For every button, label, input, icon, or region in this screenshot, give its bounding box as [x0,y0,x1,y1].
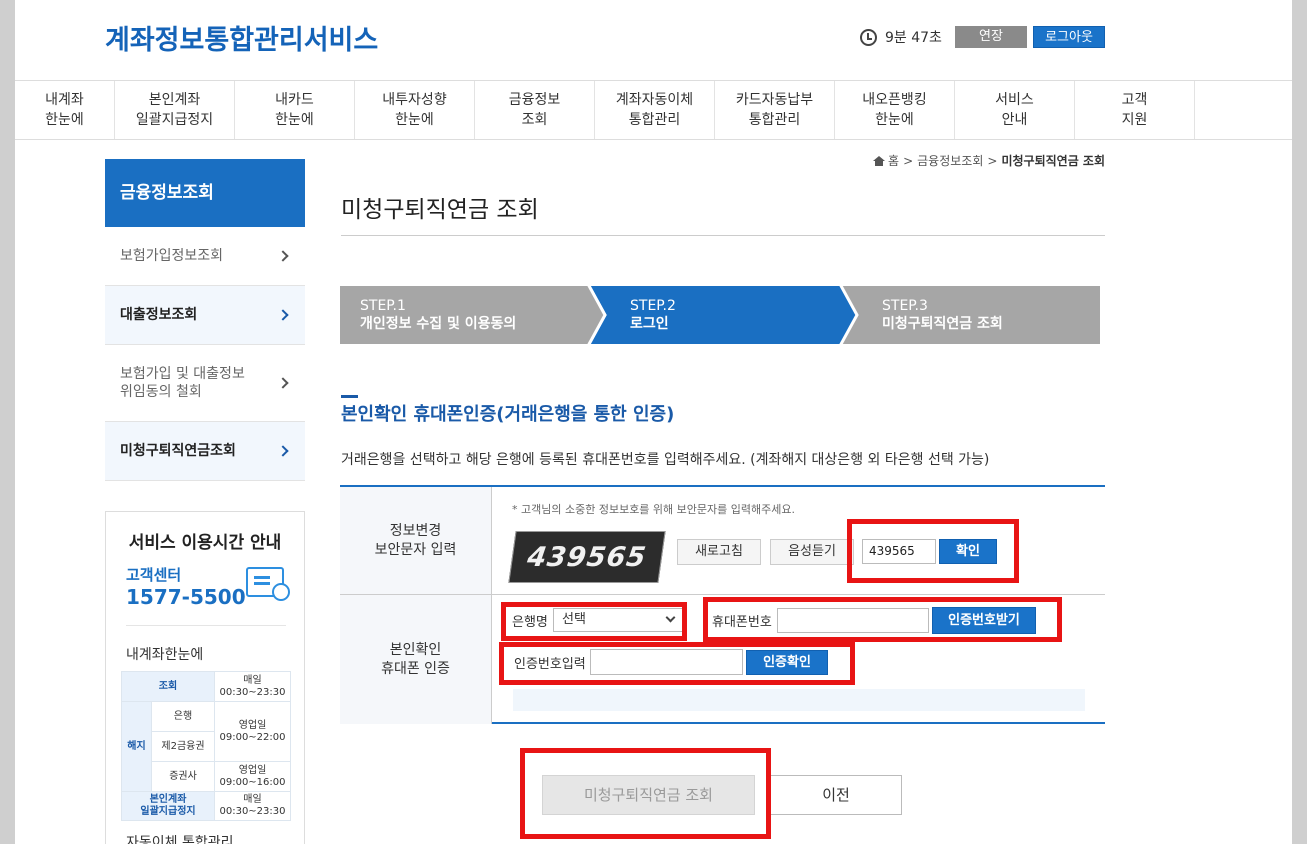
service-next-title: 자동이체 통합관리 [126,835,234,844]
highlight-box-phone [703,597,1062,642]
service-hours-box: 서비스 이용시간 안내 고객센터 1577-5500 내계좌한눈에 조회 매일 … [105,511,305,844]
chevron-right-icon [277,250,289,262]
nav-item-card-autopay[interactable]: 카드자동납부 통합관리 [715,81,835,139]
table-cell: 매일 00:30~23:30 [214,671,291,702]
logout-button[interactable]: 로그아웃 [1033,26,1105,48]
nav-item-auto-transfer[interactable]: 계좌자동이체 통합관리 [595,81,715,139]
captcha-refresh-button[interactable]: 새로고침 [677,539,761,565]
table-cell: 매일 00:30~23:30 [214,791,291,821]
nav-item-my-cards[interactable]: 내카드 한눈에 [235,81,355,139]
step-label: 미청구퇴직연금 조회 [882,316,1003,332]
home-icon[interactable] [873,155,886,166]
customer-center-icon [246,567,290,601]
captcha-note: * 고객님의 소중한 정보보호를 위해 보안문자를 입력해주세요. [512,503,795,516]
table-cell: 본인계좌 일괄지급정지 [121,791,215,821]
breadcrumb-separator: > [987,153,998,168]
highlight-box-code [499,642,855,685]
step-number: STEP.3 [882,298,928,314]
table-cell: 은행 [151,701,215,732]
clock-icon [860,28,877,46]
phone-auth-header: 본인확인 휴대폰 인증 [340,595,492,724]
highlight-box-bank [501,602,687,641]
chevron-right-icon [277,445,289,457]
sidebar-item-label: 대출정보조회 [120,307,198,323]
sidebar-item-loan[interactable]: 대출정보조회 [105,286,305,345]
customer-center-phone: 1577-5500 [126,585,246,609]
page: 계좌정보통합관리서비스 9분 47초 연장 로그아웃 내계좌 한눈에 본인계좌 … [15,0,1292,844]
info-bar [513,689,1085,711]
nav-item-service-guide[interactable]: 서비스 안내 [955,81,1075,139]
step-3: STEP.3 미청구퇴직연금 조회 [882,286,1003,344]
nav-item-open-banking[interactable]: 내오픈뱅킹 한눈에 [835,81,955,139]
table-cell: 증권사 [151,761,215,792]
breadcrumb: 홈 > 금융정보조회 > 미청구퇴직연금 조회 [873,152,1105,169]
step-indicator: STEP.1 개인정보 수집 및 이용동의 STEP.2 로그인 STEP.3 … [340,286,1100,344]
breadcrumb-separator: > [903,153,914,168]
sidebar-title: 금융정보조회 [105,159,305,227]
chevron-right-icon [277,309,289,321]
table-cell: 제2금융권 [151,731,215,762]
table-cell: 영업일 09:00~16:00 [214,761,291,792]
section-bar [341,395,358,398]
nav-item-payment-stop[interactable]: 본인계좌 일괄지급정지 [115,81,235,139]
highlight-box-captcha [847,519,1019,583]
step-number: STEP.2 [630,298,676,314]
step-label: 개인정보 수집 및 이용동의 [360,316,517,332]
sidebar-item-label: 보험가입정보조회 [120,248,224,264]
sidebar-item-label: 보험가입 및 대출정보 위임동의 철회 [120,366,245,400]
breadcrumb-current: 미청구퇴직연금 조회 [1001,154,1105,168]
breadcrumb-home[interactable]: 홈 [888,152,899,169]
table-cell: 조회 [121,671,215,702]
nav-item-support[interactable]: 고객 지원 [1075,81,1195,139]
sidebar-item-insurance[interactable]: 보험가입정보조회 [105,227,305,286]
step-2: STEP.2 로그인 [630,286,676,344]
step-label: 로그인 [630,316,669,332]
timer-text: 9분 47초 [885,30,942,46]
divider [126,625,286,626]
customer-center-label: 고객센터 [126,566,182,584]
sidebar-item-label: 미청구퇴직연금조회 [120,443,236,459]
section-title: 본인확인 휴대폰인증(거래은행을 통한 인증) [341,404,675,425]
session-timer: 9분 47초 [860,27,942,47]
divider [341,235,1105,236]
sidebar-item-pension[interactable]: 미청구퇴직연금조회 [105,422,305,481]
service-hours-title: 서비스 이용시간 안내 [128,533,282,553]
nav-item-my-accounts[interactable]: 내계좌 한눈에 [15,81,115,139]
section-description: 거래은행을 선택하고 해당 은행에 등록된 휴대폰번호를 입력해주세요. (계좌… [341,452,990,468]
extend-button[interactable]: 연장 [955,26,1027,48]
step-number: STEP.1 [360,298,406,314]
service-hours-table: 조회 매일 00:30~23:30 해지 은행 영업일 09:00~22:00 … [121,671,291,821]
sidebar-item-consent-withdraw[interactable]: 보험가입 및 대출정보 위임동의 철회 [105,345,305,422]
highlight-box-submit [520,748,771,839]
captcha-image: 439565 [508,531,666,583]
table-cell: 영업일 09:00~22:00 [214,701,291,762]
breadcrumb-level1[interactable]: 금융정보조회 [917,152,983,169]
step-1: STEP.1 개인정보 수집 및 이용동의 [360,286,516,344]
chevron-right-icon [277,377,289,389]
table-cell: 해지 [121,701,152,792]
nav-item-financial-info[interactable]: 금융정보 조회 [475,81,595,139]
captcha-audio-button[interactable]: 음성듣기 [770,539,854,565]
captcha-header: 정보변경 보안문자 입력 [340,487,492,594]
main-nav: 내계좌 한눈에 본인계좌 일괄지급정지 내카드 한눈에 내투자성향 한눈에 금융… [15,80,1292,140]
service-sub-title: 내계좌한눈에 [126,647,204,663]
page-title: 미청구퇴직연금 조회 [341,197,539,223]
site-logo[interactable]: 계좌정보통합관리서비스 [105,18,378,57]
step-2-bg [588,286,857,344]
nav-item-investment[interactable]: 내투자성향 한눈에 [355,81,475,139]
previous-button[interactable]: 이전 [770,775,902,815]
